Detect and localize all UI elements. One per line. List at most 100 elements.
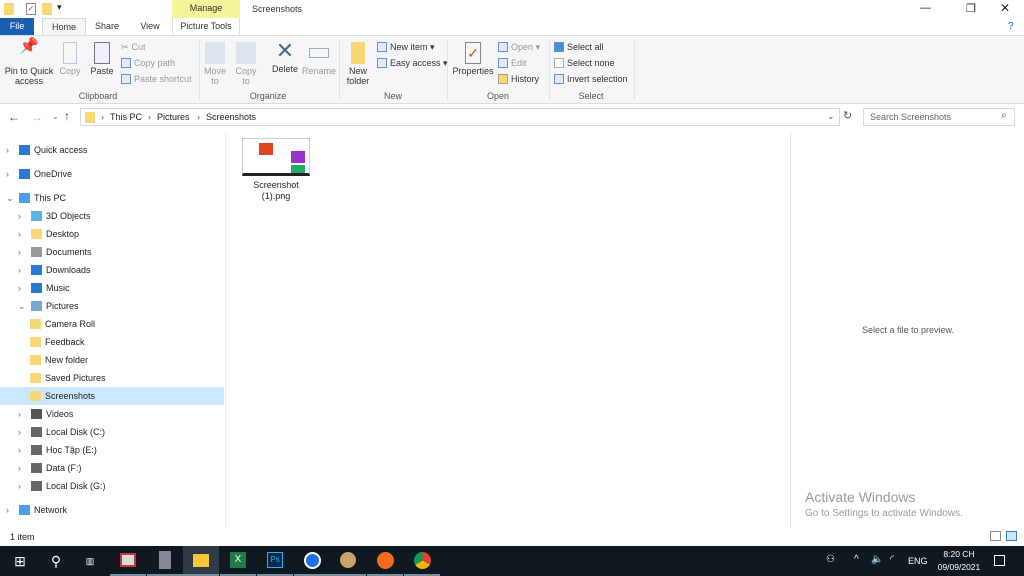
paste-shortcut-button[interactable]: Paste shortcut (121, 74, 192, 84)
file-item[interactable]: Screenshot (1).png (240, 136, 312, 202)
properties-quick-icon[interactable]: ✓ (26, 3, 36, 15)
new-folder-quick-icon[interactable] (42, 3, 52, 15)
edit-button[interactable]: Edit (498, 58, 527, 68)
cut-button[interactable]: ✂ Cut (121, 42, 146, 53)
close-button[interactable]: ✕ (1000, 1, 1010, 15)
nav-item-feedback[interactable]: Feedback (0, 333, 224, 351)
history-button[interactable]: History (498, 74, 539, 84)
taskbar-app-1[interactable] (110, 546, 146, 576)
nav-item-documents[interactable]: › Documents (0, 243, 224, 261)
notifications-icon[interactable] (994, 555, 1005, 566)
select-none-button[interactable]: Select none (554, 58, 615, 68)
recent-locations-button[interactable]: ⌄ (52, 112, 59, 121)
address-dropdown-icon[interactable]: ⌄ (827, 111, 835, 122)
task-view-button[interactable]: ▥ (72, 546, 108, 576)
breadcrumb-pictures[interactable]: Pictures (157, 112, 190, 122)
chevron-right-icon[interactable]: › (18, 279, 21, 297)
chevron-right-icon[interactable]: › (18, 261, 21, 279)
chevron-right-icon[interactable]: › (6, 165, 9, 183)
tab-picture-tools[interactable]: Picture Tools (172, 18, 240, 35)
new-folder-button[interactable]: New folder (343, 42, 373, 86)
clock-date[interactable]: 09/09/2021 (934, 562, 984, 572)
nav-item-music[interactable]: › Music (0, 279, 224, 297)
taskbar-firefox[interactable] (367, 546, 403, 576)
select-all-button[interactable]: Select all (554, 42, 604, 52)
move-to-button[interactable]: Move to (202, 42, 228, 86)
chevron-down-icon[interactable]: ⌄ (6, 189, 14, 207)
breadcrumb-this-pc[interactable]: This PC (110, 112, 142, 122)
taskbar-zalo[interactable] (294, 546, 330, 576)
chevron-right-icon[interactable]: › (18, 207, 21, 225)
taskbar-excel[interactable]: X (220, 546, 256, 576)
nav-item-3d-objects[interactable]: › 3D Objects (0, 207, 224, 225)
chevron-right-icon[interactable]: › (6, 141, 9, 159)
nav-item-local-disk-c[interactable]: › Local Disk (C:) (0, 423, 224, 441)
chevron-right-icon[interactable]: › (6, 501, 9, 519)
refresh-button[interactable]: ↻ (843, 109, 852, 122)
new-item-button[interactable]: New item ▾ (377, 42, 435, 53)
chevron-right-icon[interactable]: › (18, 477, 21, 495)
rename-button[interactable]: Rename (302, 42, 336, 76)
back-button[interactable]: ← (8, 110, 20, 124)
help-icon[interactable]: ? (1008, 21, 1014, 32)
chevron-right-icon[interactable]: › (18, 243, 21, 261)
details-view-icon[interactable] (990, 531, 1001, 541)
pin-quick-access-button[interactable]: 📌 Pin to Quick access (3, 39, 55, 87)
maximize-button[interactable]: ❐ (966, 2, 976, 15)
copy-button[interactable]: Copy (58, 42, 82, 76)
chevron-right-icon[interactable]: › (18, 225, 21, 243)
up-button[interactable]: ↑ (64, 109, 70, 123)
forward-button[interactable]: → (31, 110, 43, 124)
wifi-icon[interactable]: ◜ (890, 554, 894, 565)
language-indicator[interactable]: ENG (908, 556, 928, 566)
chevron-right-icon[interactable]: › (18, 459, 21, 477)
properties-button[interactable]: ✓ Properties (452, 42, 494, 76)
nav-item-onedrive[interactable]: › OneDrive (0, 165, 224, 183)
easy-access-button[interactable]: Easy access ▾ (377, 58, 448, 69)
invert-selection-button[interactable]: Invert selection (554, 74, 628, 84)
people-icon[interactable]: ⚇ (826, 554, 835, 565)
taskbar-calculator[interactable] (147, 546, 183, 576)
nav-item-data-f[interactable]: › Data (F:) (0, 459, 224, 477)
show-hidden-icons-button[interactable]: ^ (854, 554, 859, 565)
delete-button[interactable]: ✕ Delete (270, 40, 300, 75)
nav-item-videos[interactable]: › Videos (0, 405, 224, 423)
chevron-right-icon[interactable]: › (18, 423, 21, 441)
search-box[interactable]: Search Screenshots ⌕ (863, 108, 1015, 126)
taskbar-chrome[interactable] (404, 546, 440, 576)
taskbar-file-explorer[interactable] (183, 546, 219, 576)
nav-item-downloads[interactable]: › Downloads (0, 261, 224, 279)
tab-view[interactable]: View (132, 18, 168, 35)
taskbar-paint[interactable] (330, 546, 366, 576)
nav-item-screenshots[interactable]: Screenshots (0, 387, 224, 405)
copy-path-button[interactable]: Copy path (121, 58, 175, 68)
open-button[interactable]: Open ▾ (498, 42, 540, 53)
breadcrumb-screenshots[interactable]: Screenshots (206, 112, 256, 122)
nav-item-camera-roll[interactable]: Camera Roll (0, 315, 224, 333)
nav-item-this-pc[interactable]: ⌄ This PC (0, 189, 224, 207)
minimize-button[interactable]: — (920, 2, 931, 14)
nav-item-network[interactable]: › Network (0, 501, 224, 519)
taskbar-photoshop[interactable]: Ps (257, 546, 293, 576)
chevron-right-icon[interactable]: › (18, 405, 21, 423)
tab-home[interactable]: Home (42, 18, 86, 35)
nav-item-h-c-t-p-e[interactable]: › Học Tập (E:) (0, 441, 224, 459)
paste-button[interactable]: Paste (88, 42, 116, 76)
tab-share[interactable]: Share (88, 18, 126, 35)
nav-item-local-disk-g[interactable]: › Local Disk (G:) (0, 477, 224, 495)
customize-toolbar-icon[interactable]: ▾ (57, 2, 62, 13)
nav-item-new-folder[interactable]: New folder (0, 351, 224, 369)
start-button[interactable]: ⊞ (2, 546, 38, 576)
large-icons-view-icon[interactable] (1006, 531, 1017, 541)
nav-item-saved-pictures[interactable]: Saved Pictures (0, 369, 224, 387)
search-input[interactable]: Search Screenshots (870, 112, 951, 122)
search-button[interactable]: ⚲ (38, 546, 74, 576)
chevron-down-icon[interactable]: ⌄ (18, 297, 26, 315)
copy-to-button[interactable]: Copy to (233, 42, 259, 86)
tab-file[interactable]: File (0, 18, 34, 35)
address-bar[interactable]: › This PC › Pictures › Screenshots ⌄ (80, 108, 840, 126)
clock-time[interactable]: 8:20 CH (940, 549, 978, 559)
chevron-right-icon[interactable]: › (18, 441, 21, 459)
nav-item-desktop[interactable]: › Desktop (0, 225, 224, 243)
nav-item-quick-access[interactable]: › Quick access (0, 141, 224, 159)
